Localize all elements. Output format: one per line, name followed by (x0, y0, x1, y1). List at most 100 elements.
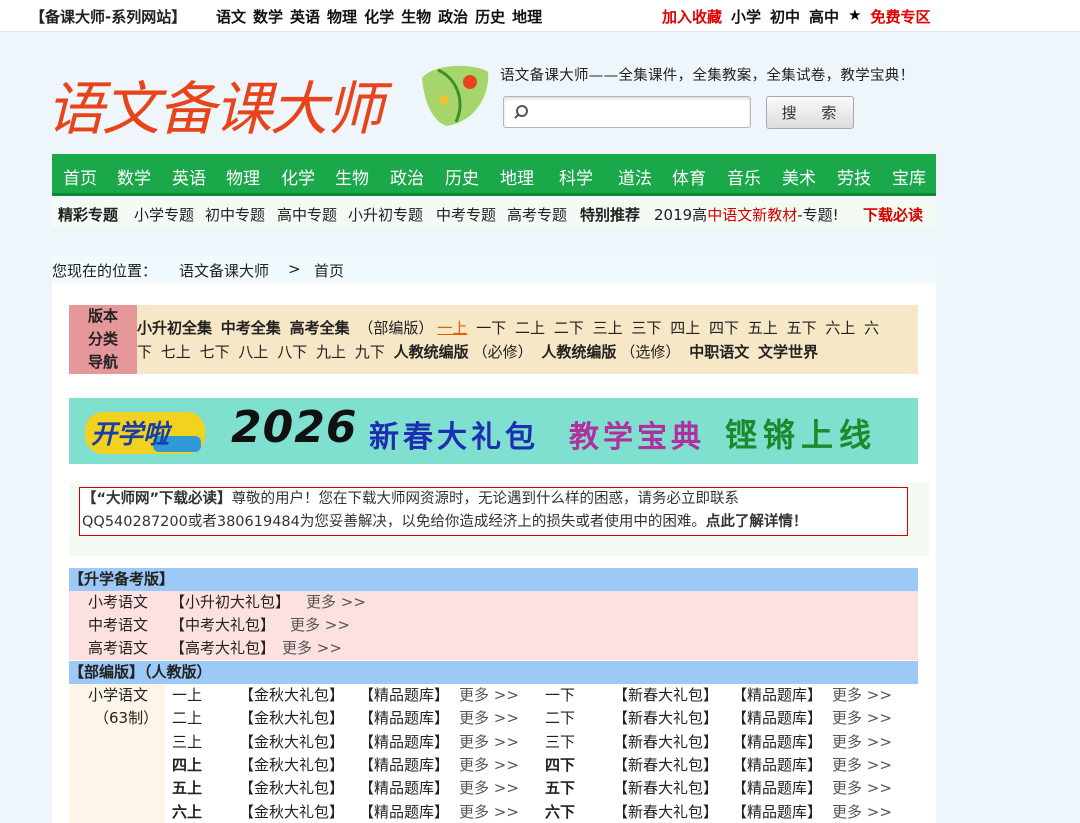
more-link[interactable]: 更多 >> (459, 731, 519, 754)
question-bank-link[interactable]: 【精品题库】 (359, 731, 449, 754)
nav-politics[interactable]: 政治 (390, 164, 424, 189)
grade-link[interactable]: 六上 (825, 319, 855, 337)
question-bank-link[interactable]: 【精品题库】 (359, 754, 449, 777)
autumn-pack-link[interactable]: 【金秋大礼包】 (239, 777, 344, 800)
question-bank-link[interactable]: 【精品题库】 (732, 801, 822, 823)
more-link[interactable]: 更多 >> (459, 707, 519, 730)
grade-link[interactable]: 二下 (554, 319, 584, 337)
spring-pack-link[interactable]: 【新春大礼包】 (613, 731, 718, 754)
more-link[interactable]: 更多 >> (832, 754, 892, 777)
grade-link[interactable]: 九下 (355, 343, 385, 361)
top-link-geography[interactable]: 地理 (512, 6, 542, 27)
grade-link[interactable]: 二上 (515, 319, 545, 337)
nav-treasury[interactable]: 宝库 (892, 164, 926, 189)
grade-link[interactable]: 五上 (748, 319, 778, 337)
literature-world-link[interactable]: 文学世界 (758, 343, 818, 361)
nav-pe[interactable]: 体育 (672, 164, 706, 189)
renjiao-elective-link[interactable]: 人教统编版 (541, 343, 616, 361)
top-link-physics[interactable]: 物理 (327, 6, 357, 27)
grade-link[interactable]: 一下 (476, 319, 506, 337)
question-bank-link[interactable]: 【精品题库】 (732, 777, 822, 800)
nav-history[interactable]: 历史 (445, 164, 479, 189)
promo-banner[interactable]: 开学啦 2026 新春大礼包 教学宝典 铿锵上线 (69, 398, 918, 464)
autumn-pack-link[interactable]: 【金秋大礼包】 (239, 801, 344, 823)
top-link-politics[interactable]: 政治 (438, 6, 468, 27)
grade-link[interactable]: 九上 (316, 343, 346, 361)
zhongkao-full-link[interactable]: 中考全集 (221, 319, 281, 337)
more-link[interactable]: 更多 >> (832, 731, 892, 754)
gaokao-full-link[interactable]: 高考全集 (290, 319, 350, 337)
autumn-pack-link[interactable]: 【金秋大礼包】 (239, 754, 344, 777)
add-favorite-link[interactable]: 加入收藏 (662, 6, 722, 27)
top-link-chinese[interactable]: 语文 (216, 6, 246, 27)
nav-math[interactable]: 数学 (117, 164, 151, 189)
more-link[interactable]: 更多 >> (459, 684, 519, 707)
question-bank-link[interactable]: 【精品题库】 (359, 777, 449, 800)
question-bank-link[interactable]: 【精品题库】 (359, 707, 449, 730)
autumn-pack-link[interactable]: 【金秋大礼包】 (239, 731, 344, 754)
level-senior-link[interactable]: 高中 (809, 6, 839, 27)
breadcrumb-site-link[interactable]: 语文备课大师 (179, 260, 269, 281)
grade-link[interactable]: 七下 (200, 343, 230, 361)
grade-link[interactable]: 六 (864, 319, 879, 337)
grade-link[interactable]: 八下 (277, 343, 307, 361)
spring-pack-link[interactable]: 【新春大礼包】 (613, 707, 718, 730)
topic-junior-link[interactable]: 初中专题 (205, 204, 265, 225)
grade-link-current[interactable]: 一上 (437, 319, 467, 337)
spring-pack-link[interactable]: 【新春大礼包】 (613, 777, 718, 800)
nav-art[interactable]: 美术 (782, 164, 816, 189)
nav-physics[interactable]: 物理 (226, 164, 260, 189)
top-link-math[interactable]: 数学 (253, 6, 283, 27)
top-link-biology[interactable]: 生物 (401, 6, 431, 27)
nav-morality-law[interactable]: 道法 (618, 164, 652, 189)
grade-link[interactable]: 三上 (593, 319, 623, 337)
question-bank-link[interactable]: 【精品题库】 (732, 684, 822, 707)
notice-details-link[interactable]: 点此了解详情！ (706, 514, 808, 530)
level-primary-link[interactable]: 小学 (731, 6, 761, 27)
more-link[interactable]: 更多 >> (832, 707, 892, 730)
exam-pack-link[interactable]: 【高考大礼包】 (170, 637, 275, 660)
grade-link[interactable]: 四下 (709, 319, 739, 337)
nav-english[interactable]: 英语 (172, 164, 206, 189)
xsc-full-link[interactable]: 小升初全集 (137, 319, 212, 337)
nav-labor-tech[interactable]: 劳技 (837, 164, 871, 189)
exam-more-link[interactable]: 更多 >> (282, 637, 342, 660)
topic-primary-to-junior-link[interactable]: 小升初专题 (348, 204, 423, 225)
nav-biology[interactable]: 生物 (335, 164, 369, 189)
free-zone-link[interactable]: 免费专区 (871, 6, 931, 27)
more-link[interactable]: 更多 >> (459, 801, 519, 823)
spring-pack-link[interactable]: 【新春大礼包】 (613, 684, 718, 707)
grade-link[interactable]: 三下 (631, 319, 661, 337)
nav-geography[interactable]: 地理 (500, 164, 534, 189)
topic-gaokao-link[interactable]: 高考专题 (507, 204, 567, 225)
site-series-link[interactable]: 【备课大师-系列网站】 (30, 6, 186, 27)
question-bank-link[interactable]: 【精品题库】 (732, 707, 822, 730)
level-junior-link[interactable]: 初中 (770, 6, 800, 27)
exam-pack-link[interactable]: 【小升初大礼包】 (170, 591, 290, 614)
question-bank-link[interactable]: 【精品题库】 (359, 684, 449, 707)
exam-pack-link[interactable]: 【中考大礼包】 (170, 614, 275, 637)
spring-pack-link[interactable]: 【新春大礼包】 (613, 801, 718, 823)
more-link[interactable]: 更多 >> (459, 777, 519, 800)
must-read-link[interactable]: 下载必读 (863, 204, 923, 225)
spring-pack-link[interactable]: 【新春大礼包】 (613, 754, 718, 777)
more-link[interactable]: 更多 >> (832, 684, 892, 707)
site-logo[interactable]: 语文备课大师 (46, 60, 506, 143)
topic-zhongkao-link[interactable]: 中考专题 (436, 204, 496, 225)
vocational-chinese-link[interactable]: 中职语文 (689, 343, 749, 361)
grade-link[interactable]: 下 (137, 343, 152, 361)
autumn-pack-link[interactable]: 【金秋大礼包】 (239, 684, 344, 707)
exam-more-link[interactable]: 更多 >> (290, 614, 350, 637)
autumn-pack-link[interactable]: 【金秋大礼包】 (239, 707, 344, 730)
promo-new-textbook-link[interactable]: 2019高中语文新教材-专题! (654, 204, 839, 225)
more-link[interactable]: 更多 >> (459, 754, 519, 777)
search-button[interactable]: 搜 索 (766, 96, 854, 129)
nav-chemistry[interactable]: 化学 (281, 164, 315, 189)
grade-link[interactable]: 五下 (787, 319, 817, 337)
grade-link[interactable]: 四上 (670, 319, 700, 337)
top-link-history[interactable]: 历史 (475, 6, 505, 27)
search-input[interactable] (503, 96, 751, 128)
top-link-chemistry[interactable]: 化学 (364, 6, 394, 27)
top-link-english[interactable]: 英语 (290, 6, 320, 27)
renjiao-compulsory-link[interactable]: 人教统编版 (394, 343, 469, 361)
